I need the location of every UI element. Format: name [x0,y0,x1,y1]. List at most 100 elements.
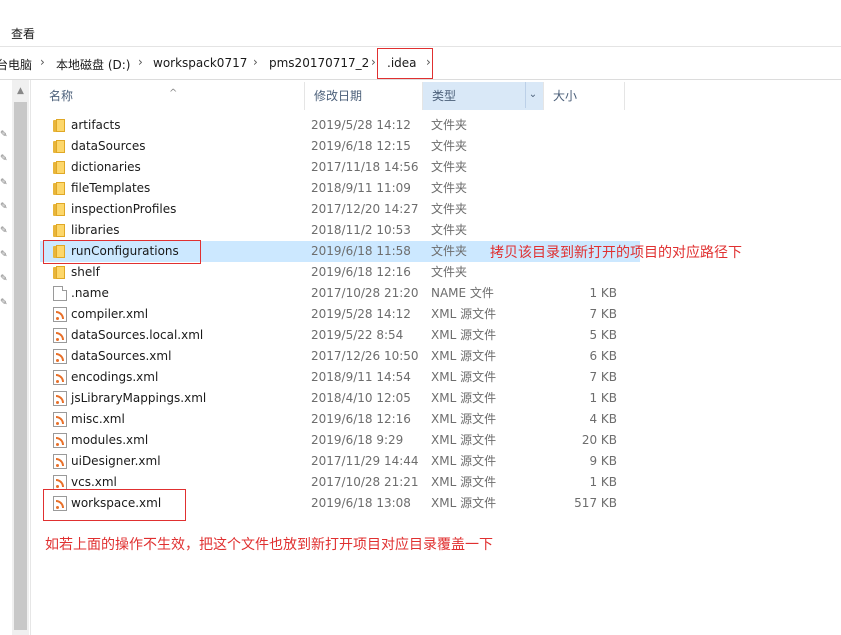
file-size: 5 KB [589,328,617,342]
file-row[interactable]: modules.xml 2019/6/18 9:29 XML 源文件 20 KB [40,430,640,451]
file-type: 文件夹 [431,160,468,174]
file-row[interactable]: dataSources 2019/6/18 12:15 文件夹 [40,136,640,157]
file-name[interactable]: artifacts [71,115,120,136]
xml-icon [53,433,67,448]
pin-icon[interactable]: ✎ [0,298,10,308]
file-type: 文件夹 [431,139,468,153]
xml-icon [53,475,67,490]
file-date: 2019/6/18 9:29 [311,433,404,447]
file-row[interactable]: compiler.xml 2019/5/28 14:12 XML 源文件 7 KB [40,304,640,325]
file-name[interactable]: misc.xml [71,409,125,430]
file-name[interactable]: modules.xml [71,430,148,451]
file-row[interactable]: inspectionProfiles 2017/12/20 14:27 文件夹 [40,199,640,220]
file-type: XML 源文件 [431,475,497,489]
file-name[interactable]: uiDesigner.xml [71,451,161,472]
file-name[interactable]: fileTemplates [71,178,150,199]
breadcrumb-item-this-pc[interactable]: 台电脑 [0,56,32,73]
xml-icon [53,349,67,364]
tab-view[interactable]: 查看 [11,25,35,42]
file-name[interactable]: dictionaries [71,157,141,178]
pin-icon[interactable]: ✎ [0,130,10,140]
file-name[interactable]: dataSources.local.xml [71,325,203,346]
file-type: 文件夹 [431,118,468,132]
file-size: 1 KB [589,391,617,405]
file-date: 2018/9/11 11:09 [311,181,411,195]
file-size [545,157,617,178]
file-row[interactable]: fileTemplates 2018/9/11 11:09 文件夹 [40,178,640,199]
file-type: XML 源文件 [431,328,497,342]
file-row[interactable]: encodings.xml 2018/9/11 14:54 XML 源文件 7 KB [40,367,640,388]
file-type: 文件夹 [431,181,468,195]
file-row[interactable]: dataSources.xml 2017/12/26 10:50 XML 源文件 6 … [40,346,640,367]
file-name[interactable]: encodings.xml [71,367,158,388]
address-bar[interactable]: 台电脑 › 本地磁盘 (D:) › workspack0717 › pms201… [0,47,841,80]
column-name-label: 名称 [49,89,74,103]
file-name[interactable]: shelf [71,262,100,283]
file-date: 2018/9/11 14:54 [311,370,411,384]
file-name[interactable]: jsLibraryMappings.xml [71,388,206,409]
xml-icon [53,454,67,469]
file-size: 4 KB [589,412,617,426]
xml-icon [53,391,67,406]
pin-icon[interactable]: ✎ [0,250,10,260]
file-row[interactable]: jsLibraryMappings.xml 2018/4/10 12:05 XML … [40,388,640,409]
column-size[interactable]: 大小 [544,82,625,110]
file-row[interactable]: artifacts 2019/5/28 14:12 文件夹 [40,115,640,136]
file-size [545,178,617,199]
vertical-scrollbar[interactable]: ▲ [12,80,29,635]
breadcrumb-item-workspack[interactable]: workspack0717 [153,56,247,70]
file-size: 9 KB [589,454,617,468]
scroll-up-icon[interactable]: ▲ [12,84,29,98]
file-size [545,220,617,241]
file-row[interactable]: shelf 2019/6/18 12:16 文件夹 [40,262,640,283]
column-type-label: 类型 [432,89,457,103]
file-row[interactable]: libraries 2018/11/2 10:53 文件夹 [40,220,640,241]
file-type: XML 源文件 [431,391,497,405]
file-name[interactable]: .name [71,283,109,304]
file-type: NAME 文件 [431,286,494,300]
file-name[interactable]: inspectionProfiles [71,199,176,220]
chevron-right-icon[interactable]: › [40,55,45,69]
pin-icon[interactable]: ✎ [0,178,10,188]
file-row[interactable]: misc.xml 2019/6/18 12:16 XML 源文件 4 KB [40,409,640,430]
file-date: 2019/5/28 14:12 [311,307,411,321]
file-type: XML 源文件 [431,433,497,447]
file-size [545,115,617,136]
file-date: 2017/10/28 21:20 [311,286,419,300]
file-size: 6 KB [589,349,617,363]
annotation-workspace: 如若上面的操作不生效，把这个文件也放到新打开项目对应目录覆盖一下 [45,537,493,553]
pin-icon[interactable]: ✎ [0,154,10,164]
pin-icon[interactable]: ✎ [0,274,10,284]
column-size-label: 大小 [553,89,578,103]
file-size: 7 KB [589,307,617,321]
file-type: 文件夹 [431,202,468,216]
file-date: 2018/11/2 10:53 [311,223,411,237]
file-row[interactable]: uiDesigner.xml 2017/11/29 14:44 XML 源文件 9 K… [40,451,640,472]
breadcrumb-item-pms[interactable]: pms20170717_2 [269,56,369,70]
file-row[interactable]: dictionaries 2017/11/18 14:56 文件夹 [40,157,640,178]
file-name[interactable]: compiler.xml [71,304,148,325]
file-size [545,262,617,283]
file-name[interactable]: dataSources [71,136,146,157]
file-size [545,136,617,157]
column-date[interactable]: 修改日期 [305,82,423,110]
folder-icon [53,160,67,175]
chevron-right-icon[interactable]: › [253,55,258,69]
column-type[interactable]: 类型 ⌄ [423,82,544,110]
chevron-down-icon[interactable]: ⌄ [525,82,540,108]
column-name[interactable]: 名称 ^ [40,82,305,110]
workspace-highlight-box [43,489,186,521]
pin-icon[interactable]: ✎ [0,202,10,212]
file-name[interactable]: dataSources.xml [71,346,171,367]
file-type: XML 源文件 [431,370,497,384]
chevron-right-icon[interactable]: › [371,55,376,69]
chevron-right-icon[interactable]: › [138,55,143,69]
breadcrumb-item-drive-d[interactable]: 本地磁盘 (D:) [56,56,130,73]
scrollbar-thumb[interactable] [14,102,27,630]
folder-icon [53,223,67,238]
pin-icon[interactable]: ✎ [0,226,10,236]
file-date: 2017/10/28 21:21 [311,475,419,489]
file-name[interactable]: libraries [71,220,119,241]
file-row[interactable]: dataSources.local.xml 2019/5/22 8:54 XML 源… [40,325,640,346]
file-row[interactable]: .name 2017/10/28 21:20 NAME 文件 1 KB [40,283,640,304]
